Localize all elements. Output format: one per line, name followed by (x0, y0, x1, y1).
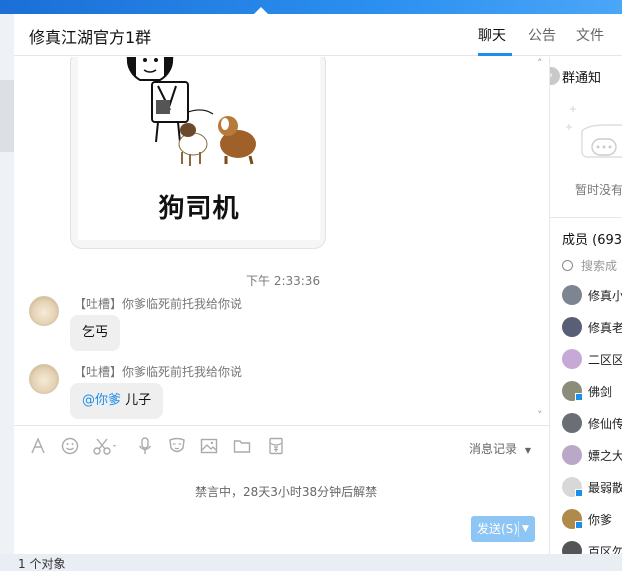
avatar (562, 317, 582, 337)
member-name: 二区区 (588, 353, 622, 367)
device-badge-icon (575, 393, 583, 401)
sender-name[interactable]: 【吐槽】你爹临死前托我给你说 (74, 363, 242, 380)
sender-name[interactable]: 【吐槽】你爹临死前托我给你说 (74, 295, 242, 312)
avatar (562, 285, 582, 305)
search-icon (562, 260, 573, 271)
message-bubble[interactable]: 乞丐 (70, 315, 121, 351)
sidebar-divider (550, 217, 622, 218)
group-chat-window: 修真江湖官方1群 聊天 公告 文件 ˄ ˅ 狗司机 下午 2:33:36 【吐槽… (14, 14, 622, 554)
mute-notice: 禁言中，28天3小时38分钟后解禁 (195, 485, 378, 499)
sticker-caption: 狗司机 (158, 194, 240, 224)
group-notice-title: 群通知 (562, 71, 602, 86)
popup-notch (254, 7, 268, 14)
folder-icon[interactable] (232, 436, 252, 456)
group-sidebar: › 群通知 暂时没有 成员 (693 搜索成 修真小 修真老 二区区 佛剑 修仙… (549, 57, 622, 554)
tab-files[interactable]: 文件 (576, 25, 604, 45)
sticker-image: 狗司机 (78, 57, 320, 240)
member-name: 嫖之大 (588, 449, 622, 463)
mask-icon[interactable] (167, 436, 187, 456)
member-name: 百区勿 (588, 545, 622, 554)
mention-link[interactable]: @你爹 (82, 393, 121, 408)
collapse-sidebar-icon[interactable]: › (550, 67, 560, 85)
sticker-message[interactable]: 狗司机 (70, 57, 326, 249)
member-name: 修仙传 (588, 417, 622, 431)
send-label: 发送(S) (477, 522, 518, 536)
message-list[interactable]: ˄ ˅ 狗司机 下午 2:33:36 【吐槽】你爹临死前托我给你说 乞丐 【吐槽… (14, 57, 549, 425)
avatar (562, 349, 582, 369)
empty-notice-icon (566, 106, 622, 158)
device-badge-icon (575, 489, 583, 497)
status-bar: 1 个对象 (0, 554, 622, 571)
chat-header: 修真江湖官方1群 聊天 公告 文件 (14, 14, 622, 56)
avatar (562, 541, 582, 554)
message-text: 儿子 (125, 393, 152, 408)
status-text: 1 个对象 (18, 557, 66, 571)
avatar[interactable] (29, 364, 59, 394)
input-toolbar: 消息记录 ▼ (14, 425, 549, 465)
chevron-down-icon: ▼ (524, 446, 531, 455)
image-icon[interactable] (199, 436, 219, 456)
send-options-icon[interactable]: ▼ (522, 516, 529, 542)
sticker-drawing-icon (126, 57, 256, 166)
font-icon[interactable] (28, 436, 48, 456)
members-title: 成员 (693 (562, 233, 622, 248)
member-name: 修真老 (588, 321, 622, 335)
desktop-top-strip (0, 0, 622, 14)
background-window-edge (0, 14, 14, 554)
device-badge-icon (575, 521, 583, 529)
message-history-button[interactable]: 消息记录 ▼ (469, 440, 531, 457)
scroll-up-icon[interactable]: ˄ (537, 57, 543, 70)
member-search-placeholder: 搜索成 (581, 259, 618, 273)
member-name: 最弱散 (588, 481, 622, 495)
message-text: 乞丐 (82, 325, 109, 340)
send-button[interactable]: 发送(S) ▼ (471, 516, 535, 542)
scissors-icon[interactable] (92, 436, 120, 456)
avatar (562, 445, 582, 465)
notice-empty-text: 暂时没有 (575, 183, 622, 197)
emoji-icon[interactable] (60, 436, 80, 456)
tab-announcement[interactable]: 公告 (528, 25, 556, 45)
scroll-down-icon[interactable]: ˅ (537, 409, 543, 422)
microphone-icon[interactable] (135, 436, 155, 456)
avatar (562, 413, 582, 433)
red-packet-icon[interactable] (266, 436, 286, 456)
member-name: 佛剑 (588, 385, 613, 399)
member-name: 你爹 (588, 513, 613, 527)
active-tab-indicator (478, 53, 512, 56)
tab-chat[interactable]: 聊天 (478, 25, 506, 45)
message-timestamp: 下午 2:33:36 (246, 274, 321, 288)
message-bubble[interactable]: @你爹 儿子 (70, 383, 164, 419)
member-name: 修真小 (588, 289, 622, 303)
member-search[interactable]: 搜索成 (562, 257, 617, 274)
history-label: 消息记录 (469, 442, 518, 456)
send-divider (518, 521, 519, 537)
group-title: 修真江湖官方1群 (29, 28, 152, 47)
avatar[interactable] (29, 296, 59, 326)
